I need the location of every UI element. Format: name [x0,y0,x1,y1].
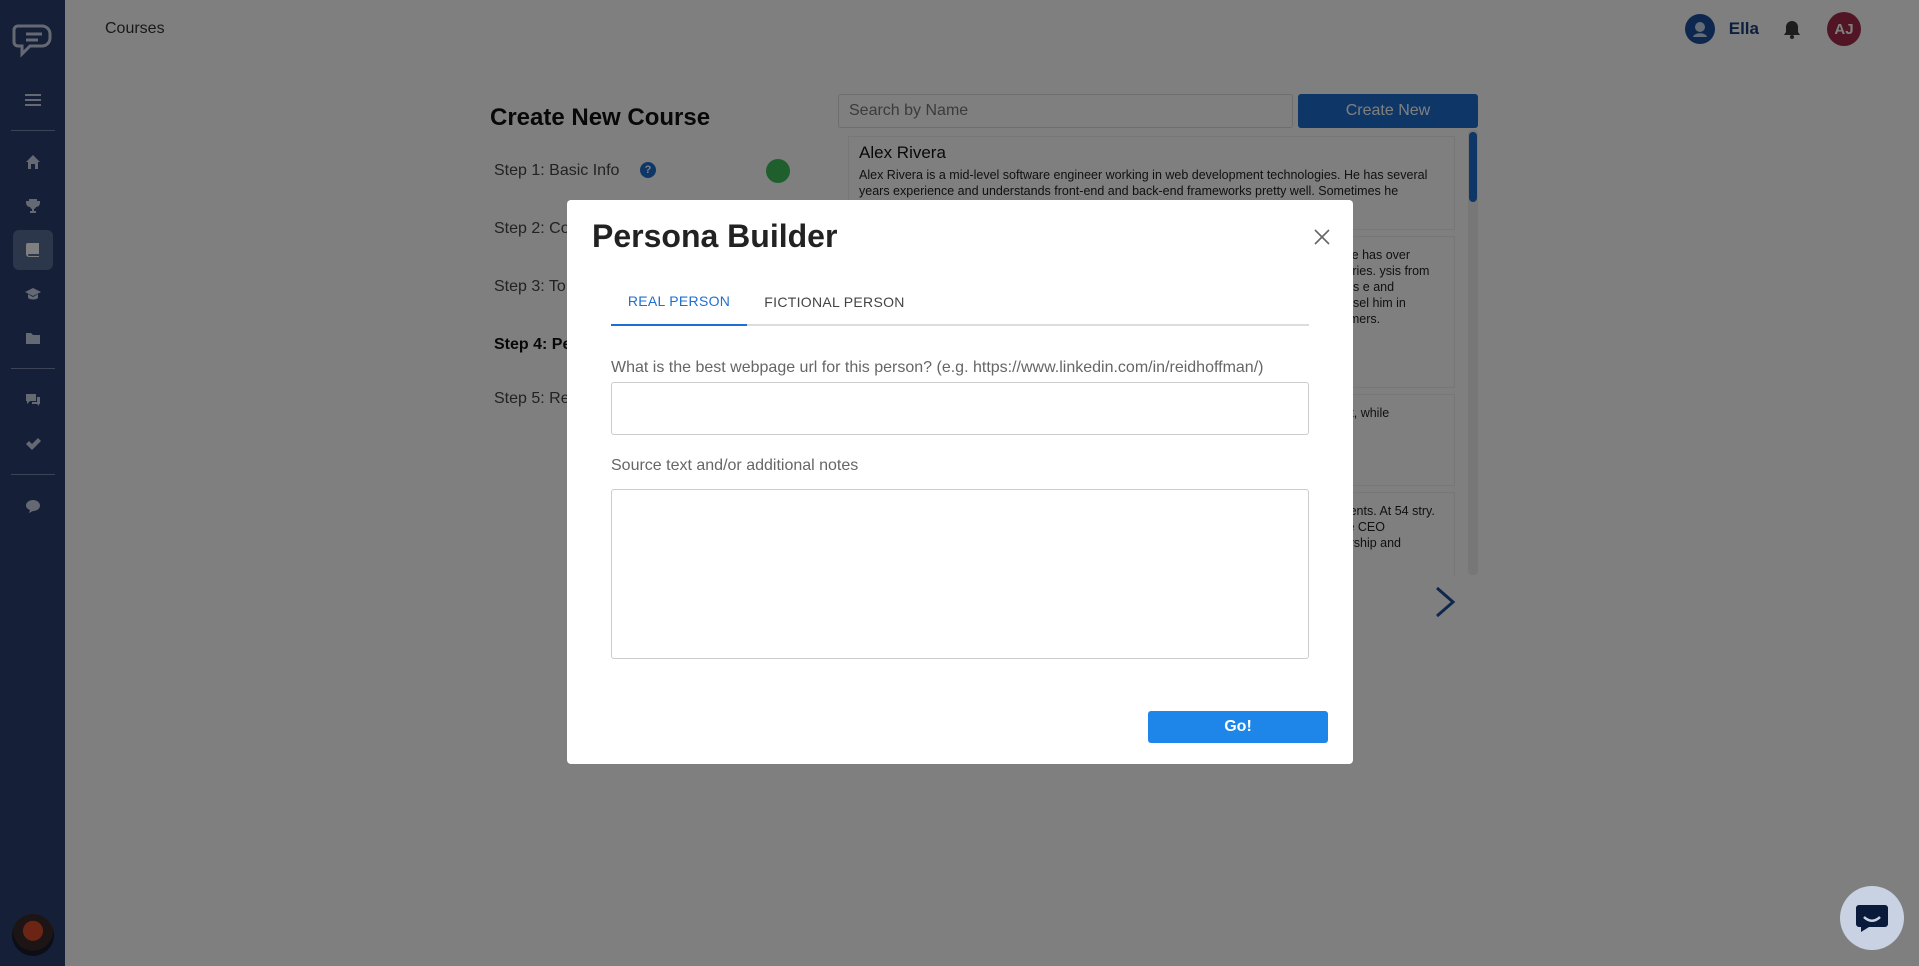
notes-field-label: Source text and/or additional notes [611,457,859,474]
url-input[interactable] [611,382,1309,435]
chat-launcher-button[interactable] [1840,886,1904,950]
persona-builder-modal: Persona Builder REAL PERSON FICTIONAL PE… [567,200,1353,764]
person-type-tabs: REAL PERSON FICTIONAL PERSON [611,278,1309,326]
close-icon[interactable] [1313,228,1331,246]
chat-bubble-icon [1856,905,1888,932]
notes-textarea[interactable] [611,489,1309,659]
tab-real-person[interactable]: REAL PERSON [611,278,747,326]
url-field-label: What is the best webpage url for this pe… [611,359,1264,376]
tab-fictional-person[interactable]: FICTIONAL PERSON [747,278,922,326]
modal-title: Persona Builder [592,218,838,254]
go-button[interactable]: Go! [1148,711,1328,743]
